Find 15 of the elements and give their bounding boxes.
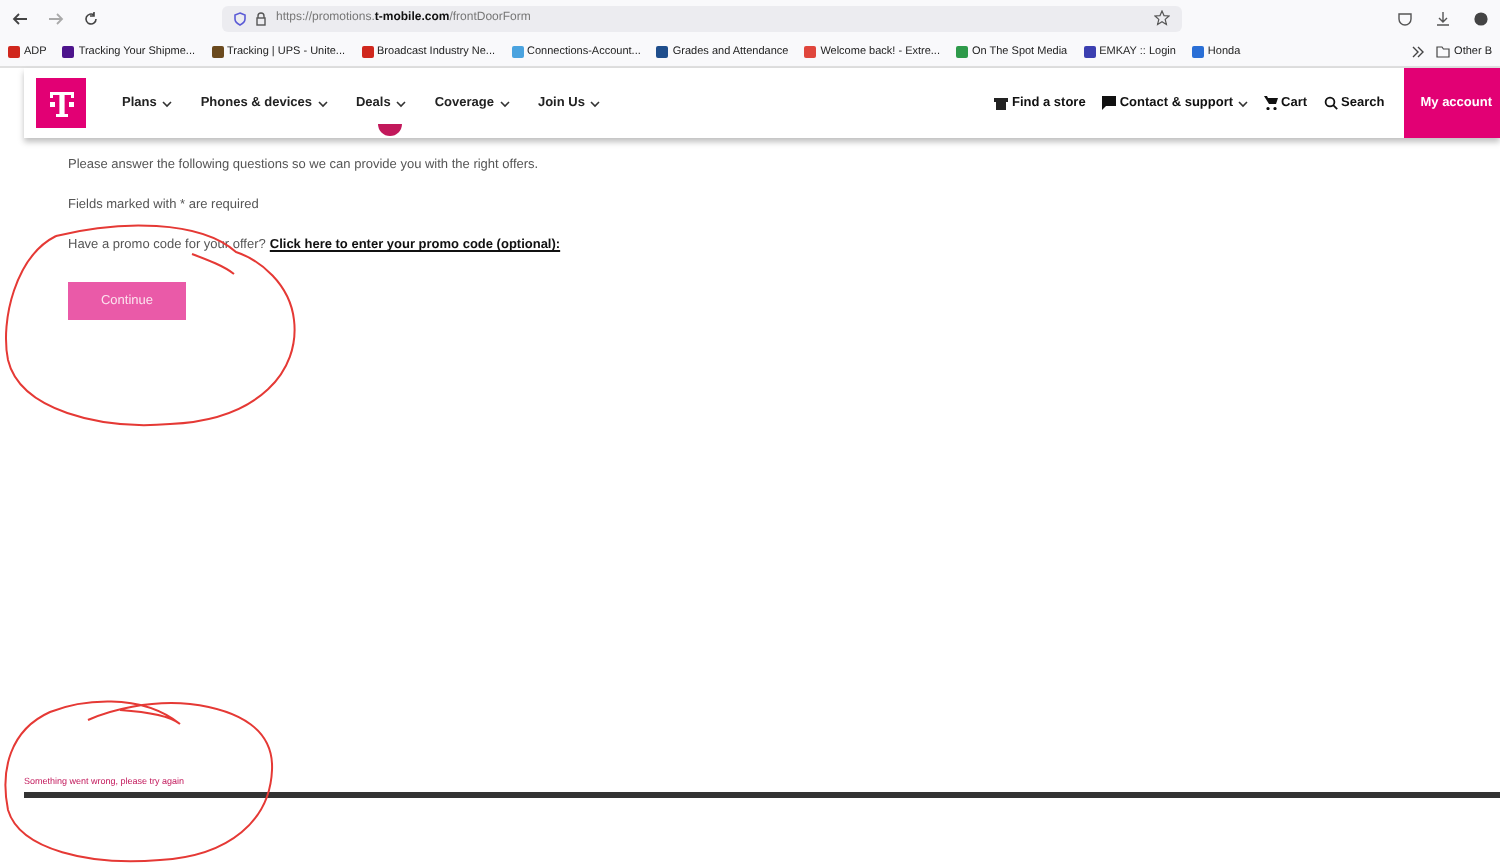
account-icon[interactable] [1474,11,1488,25]
download-icon[interactable] [1436,11,1450,25]
lock-icon [256,11,266,25]
logo-icon[interactable] [36,78,86,128]
star-icon[interactable] [1154,10,1170,26]
back-icon[interactable] [12,11,28,25]
double-chevron-icon[interactable] [1412,45,1425,57]
chat-icon [1101,96,1116,110]
cart-icon [1263,96,1278,110]
shield-icon [234,11,246,25]
store-icon [993,97,1008,109]
folder-icon [1436,45,1451,57]
search-icon [1323,96,1338,110]
reload-icon[interactable] [84,11,98,25]
pocket-icon[interactable] [1398,11,1412,25]
